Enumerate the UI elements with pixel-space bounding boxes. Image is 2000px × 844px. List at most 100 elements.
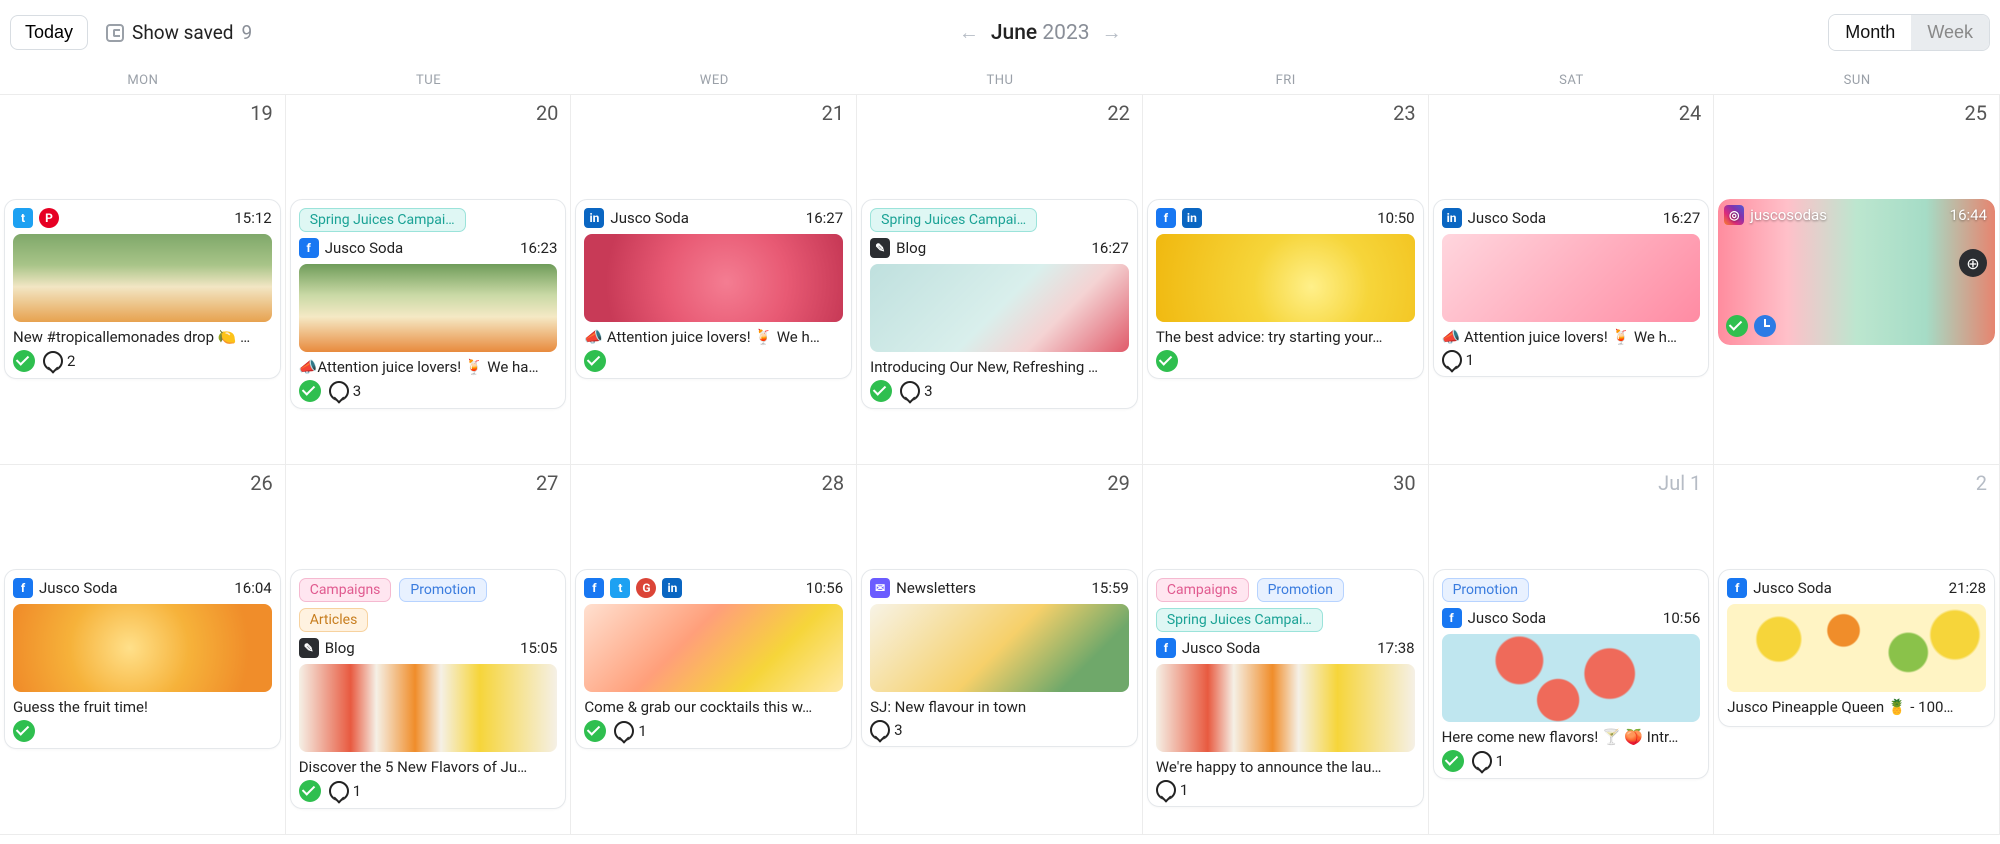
month-nav: ← June 2023 → [270, 20, 1810, 45]
comment-count[interactable]: 1 [329, 781, 361, 801]
campaign-tag[interactable]: Spring Juices Campai… [870, 208, 1037, 232]
post-caption: Come & grab our cocktails this w… [584, 698, 843, 716]
comment-icon [900, 381, 920, 401]
post-card[interactable]: ◎ juscosodas 16:44 ⊕ [1718, 199, 1995, 345]
post-card[interactable]: f Jusco Soda 21:28 Jusco Pineapple Queen… [1718, 569, 1995, 727]
post-caption: 📣 Attention juice lovers! 🍹 We h… [1442, 328, 1701, 346]
promotion-tag[interactable]: Promotion [399, 578, 486, 602]
facebook-icon: f [1156, 208, 1176, 228]
post-card[interactable]: in Jusco Soda 16:27 📣 Attention juice lo… [575, 199, 852, 379]
view-week-button[interactable]: Week [1911, 15, 1989, 50]
comment-count[interactable]: 1 [1156, 780, 1188, 800]
day-cell-27[interactable]: 27 Campaigns Promotion Articles ✎ Blog 1… [286, 465, 572, 835]
linkedin-icon: in [1442, 208, 1462, 228]
post-caption: We're happy to announce the lau… [1156, 758, 1415, 776]
promotion-tag[interactable]: Promotion [1442, 578, 1529, 602]
facebook-icon: f [1727, 578, 1747, 598]
dow-sun: SUN [1714, 69, 2000, 94]
post-card[interactable]: ✉ Newsletters 15:59 SJ: New flavour in t… [861, 569, 1138, 747]
comment-count[interactable]: 3 [900, 381, 932, 401]
show-saved-label: Show saved [132, 21, 233, 44]
post-time: 16:44 [1950, 206, 1987, 224]
comment-count[interactable]: 1 [1472, 751, 1504, 771]
post-caption: Jusco Pineapple Queen 🍍 - 100… [1727, 698, 1986, 716]
post-card[interactable]: Campaigns Promotion Articles ✎ Blog 15:0… [290, 569, 567, 809]
promotion-tag[interactable]: Promotion [1257, 578, 1344, 602]
post-thumbnail [299, 264, 558, 352]
post-card[interactable]: t P 15:12 New #tropicallemonades drop 🍋 … [4, 199, 281, 379]
dow-wed: WED [571, 69, 857, 94]
sidebar-icon [106, 24, 124, 42]
comment-count[interactable]: 1 [1442, 350, 1474, 370]
day-number: 21 [822, 101, 844, 125]
campaign-tag[interactable]: Campaigns [299, 578, 392, 602]
day-number: 23 [1393, 101, 1415, 125]
campaign-tag[interactable]: Spring Juices Campai… [299, 208, 466, 232]
post-card[interactable]: Promotion f Jusco Soda 10:56 Here come n… [1433, 569, 1710, 779]
post-card[interactable]: Spring Juices Campai… f Jusco Soda 16:23… [290, 199, 567, 409]
facebook-icon: f [1442, 608, 1462, 628]
add-variant-icon[interactable]: ⊕ [1959, 249, 1987, 277]
day-cell-21[interactable]: 21 in Jusco Soda 16:27 📣 Attention juice… [571, 95, 857, 465]
pinterest-icon: P [39, 208, 59, 228]
day-cell-28[interactable]: 28 f t G in 10:56 Come & grab our cockta… [571, 465, 857, 835]
post-card[interactable]: f t G in 10:56 Come & grab our cocktails… [575, 569, 852, 749]
day-cell-24[interactable]: 24 in Jusco Soda 16:27 📣 Attention juice… [1429, 95, 1715, 465]
prev-month-button[interactable]: ← [959, 20, 979, 45]
topbar: Today Show saved 9 ← June 2023 → Month W… [0, 0, 2000, 69]
day-cell-jul1[interactable]: Jul 1 Promotion f Jusco Soda 10:56 Here … [1429, 465, 1715, 835]
campaign-tag[interactable]: Spring Juices Campai… [1156, 608, 1323, 632]
post-thumbnail [870, 604, 1129, 692]
post-caption: 📣 Attention juice lovers! 🍹 We h… [584, 328, 843, 346]
post-card[interactable]: f in 10:50 The best advice: try starting… [1147, 199, 1424, 379]
post-time: 15:59 [1091, 579, 1128, 597]
comment-count[interactable]: 3 [329, 381, 361, 401]
account-name: Jusco Soda [1468, 209, 1547, 227]
post-card[interactable]: Spring Juices Campai… ✎ Blog 16:27 Intro… [861, 199, 1138, 409]
next-month-button[interactable]: → [1102, 20, 1122, 45]
post-caption: SJ: New flavour in town [870, 698, 1129, 716]
day-cell-jul2[interactable]: 2 f Jusco Soda 21:28 Jusco Pineapple Que… [1714, 465, 2000, 835]
account-name: Jusco Soda [39, 579, 118, 597]
day-cell-19[interactable]: 19 t P 15:12 New #tropicallemonades drop… [0, 95, 286, 465]
day-cell-20[interactable]: 20 Spring Juices Campai… f Jusco Soda 16… [286, 95, 572, 465]
dow-row: MON TUE WED THU FRI SAT SUN [0, 69, 2000, 95]
day-cell-30[interactable]: 30 Campaigns Promotion Spring Juices Cam… [1143, 465, 1429, 835]
show-saved-toggle[interactable]: Show saved 9 [106, 21, 252, 44]
post-time: 16:27 [1091, 239, 1128, 257]
approved-icon [1726, 315, 1748, 337]
approved-icon [299, 780, 321, 802]
post-thumbnail [1727, 604, 1986, 692]
post-card[interactable]: f Jusco Soda 16:04 Guess the fruit time! [4, 569, 281, 749]
articles-tag[interactable]: Articles [299, 608, 369, 632]
linkedin-icon: in [584, 208, 604, 228]
comment-count[interactable]: 1 [614, 721, 646, 741]
post-thumbnail [1156, 664, 1415, 752]
day-cell-29[interactable]: 29 ✉ Newsletters 15:59 SJ: New flavour i… [857, 465, 1143, 835]
day-number: 19 [250, 101, 272, 125]
post-thumbnail [13, 604, 272, 692]
calendar-grid: 19 t P 15:12 New #tropicallemonades drop… [0, 95, 2000, 835]
day-cell-25[interactable]: 25 ◎ juscosodas 16:44 ⊕ [1714, 95, 2000, 465]
comment-icon [1472, 751, 1492, 771]
comment-icon [870, 720, 890, 740]
today-button[interactable]: Today [10, 15, 88, 50]
campaign-tag[interactable]: Campaigns [1156, 578, 1249, 602]
comment-icon [43, 351, 63, 371]
post-card[interactable]: Campaigns Promotion Spring Juices Campai… [1147, 569, 1424, 807]
post-thumbnail [1442, 234, 1701, 322]
day-cell-23[interactable]: 23 f in 10:50 The best advice: try start… [1143, 95, 1429, 465]
linkedin-icon: in [662, 578, 682, 598]
comment-count[interactable]: 3 [870, 720, 902, 740]
comment-icon [329, 781, 349, 801]
account-name: juscosodas [1750, 206, 1827, 224]
view-month-button[interactable]: Month [1829, 15, 1911, 50]
day-cell-22[interactable]: 22 Spring Juices Campai… ✎ Blog 16:27 In… [857, 95, 1143, 465]
day-number: 28 [822, 471, 844, 495]
day-cell-26[interactable]: 26 f Jusco Soda 16:04 Guess the fruit ti… [0, 465, 286, 835]
comment-icon [329, 381, 349, 401]
day-number: 26 [250, 471, 272, 495]
post-card[interactable]: in Jusco Soda 16:27 📣 Attention juice lo… [1433, 199, 1710, 377]
comment-count[interactable]: 2 [43, 351, 75, 371]
post-time: 16:27 [1663, 209, 1700, 227]
